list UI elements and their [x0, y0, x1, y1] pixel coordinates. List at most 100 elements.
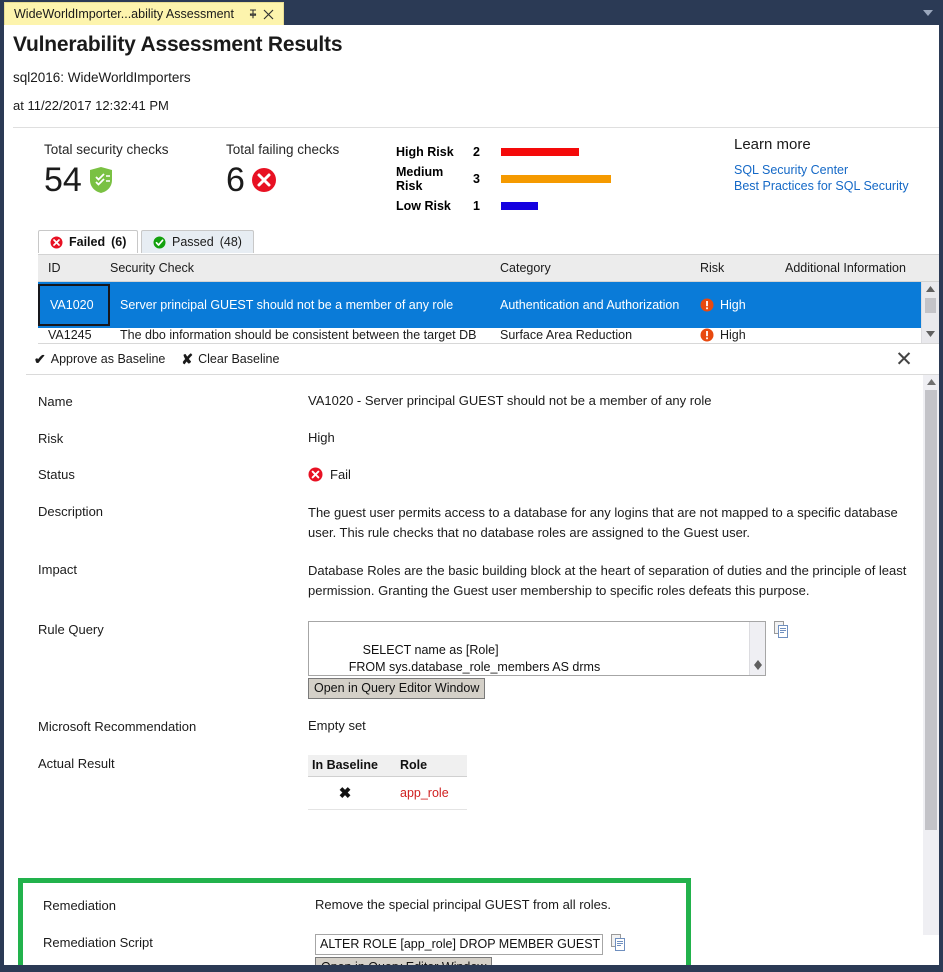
total-security-checks-label: Total security checks: [44, 142, 169, 157]
total-security-checks-value: 54: [44, 163, 82, 197]
status-badge: Fail: [330, 467, 351, 482]
column-header-risk: Risk: [700, 261, 785, 275]
page-header: Vulnerability Assessment Results sql2016…: [4, 25, 939, 128]
cell-role: app_role: [396, 777, 467, 810]
detail-label-recommendation: Microsoft Recommendation: [38, 718, 308, 734]
cell-in-baseline: ✖: [308, 777, 396, 810]
detail-value-recommendation: Empty set: [308, 718, 908, 734]
risk-bar-low: [501, 202, 538, 210]
detail-value-status: Fail: [308, 466, 908, 482]
detail-label-rule-query: Rule Query: [38, 621, 308, 699]
clear-baseline-label: Clear Baseline: [198, 352, 279, 366]
tab-failed-count: (6): [111, 235, 126, 249]
page-title: Vulnerability Assessment Results: [13, 33, 939, 57]
cell-category: Surface Area Reduction: [500, 328, 700, 342]
server-database-line: sql2016: WideWorldImporters: [13, 70, 939, 85]
link-sql-security-center[interactable]: SQL Security Center: [734, 162, 909, 178]
grid-scroll-thumb[interactable]: [925, 298, 936, 313]
column-header-category: Category: [500, 261, 700, 275]
detail-scroll-thumb[interactable]: [925, 390, 937, 830]
detail-scrollbar[interactable]: [923, 375, 939, 935]
detail-label-actual-result: Actual Result: [38, 755, 308, 810]
risk-row-high: High Risk 2: [396, 138, 611, 165]
risk-label: Medium Risk: [396, 165, 468, 193]
table-row[interactable]: VA1020 Server principal GUEST should not…: [38, 282, 939, 328]
tab-passed[interactable]: Passed (48): [141, 230, 254, 253]
detail-row-recommendation: Microsoft Recommendation Empty set: [4, 718, 939, 734]
risk-count: 2: [468, 145, 501, 159]
copy-icon[interactable]: [774, 621, 789, 638]
detail-value-remediation-script: ALTER ROLE [app_role] DROP MEMBER GUEST …: [315, 934, 685, 965]
detail-value-impact: Database Roles are the basic building bl…: [308, 561, 916, 601]
close-icon[interactable]: [262, 7, 276, 21]
open-rule-query-in-editor-button[interactable]: Open in Query Editor Window: [308, 678, 485, 699]
grid-scrollbar[interactable]: [921, 282, 939, 343]
cell-risk: High: [700, 328, 785, 342]
scan-timestamp: at 11/22/2017 12:32:41 PM: [13, 98, 939, 113]
clear-baseline-button[interactable]: ✘ Clear Baseline: [181, 351, 279, 368]
document-tab-label: WideWorldImporter...ability Assessment: [14, 7, 234, 21]
table-row: ✖ app_role: [308, 777, 467, 810]
error-icon: [308, 467, 323, 482]
actual-result-table: In Baseline Role ✖ app_role: [308, 755, 467, 810]
link-best-practices-sql-security[interactable]: Best Practices for SQL Security: [734, 178, 909, 194]
document-tab[interactable]: WideWorldImporter...ability Assessment: [4, 2, 284, 25]
scroll-down-arrow-icon[interactable]: [922, 327, 939, 341]
risk-row-medium: Medium Risk 3: [396, 165, 611, 192]
summary-band: Total security checks 54 Total failing c…: [4, 128, 939, 230]
cell-id: VA1020: [38, 284, 110, 326]
scroll-up-arrow-icon[interactable]: [922, 282, 939, 296]
tab-passed-count: (48): [220, 235, 242, 249]
detail-label-status: Status: [38, 466, 308, 482]
column-header-id: ID: [38, 261, 110, 275]
x-icon: ✘: [181, 351, 193, 368]
rule-query-textbox[interactable]: SELECT name as [Role] FROM sys.database_…: [308, 621, 766, 676]
open-remediation-script-in-editor-button[interactable]: Open in Query Editor Window: [315, 957, 492, 965]
application-window: WideWorldImporter...ability Assessment V…: [0, 0, 943, 972]
error-icon: [251, 167, 277, 193]
remediation-script-textbox[interactable]: ALTER ROLE [app_role] DROP MEMBER GUEST: [315, 934, 603, 955]
cell-risk-label: High: [720, 298, 746, 312]
document-tab-strip: WideWorldImporter...ability Assessment: [0, 0, 943, 26]
shield-check-icon: [88, 166, 114, 194]
risk-count: 3: [468, 172, 501, 186]
cell-category: Authentication and Authorization: [500, 298, 700, 312]
table-row[interactable]: VA1245 The dbo information should be con…: [38, 328, 939, 344]
total-failing-checks-value: 6: [226, 163, 245, 197]
rule-query-scrollbar[interactable]: [749, 622, 765, 675]
pin-icon[interactable]: [246, 7, 260, 21]
close-detail-icon[interactable]: ✕: [891, 346, 917, 372]
cell-risk-label: High: [720, 328, 746, 342]
check-icon: ✔: [34, 351, 46, 368]
risk-bar-medium: [501, 175, 611, 183]
column-header-check: Security Check: [110, 261, 500, 275]
actual-result-column-role: Role: [396, 755, 467, 777]
actual-result-header-row: In Baseline Role: [308, 755, 467, 777]
detail-row-impact: Impact Database Roles are the basic buil…: [4, 561, 939, 601]
total-failing-checks-block: Total failing checks 6: [226, 142, 339, 197]
results-grid: ID Security Check Category Risk Addition…: [38, 254, 939, 344]
detail-row-actual-result: Actual Result In Baseline Role ✖: [4, 755, 939, 810]
copy-icon[interactable]: [611, 934, 626, 951]
approve-as-baseline-button[interactable]: ✔ Approve as Baseline: [34, 351, 165, 368]
detail-value-risk: High: [308, 430, 908, 446]
detail-row-name: Name VA1020 - Server principal GUEST sho…: [4, 393, 939, 409]
risk-count: 1: [468, 199, 501, 213]
risk-label: Low Risk: [396, 199, 468, 213]
document-page: Vulnerability Assessment Results sql2016…: [4, 25, 939, 965]
remediation-highlight-box: Remediation Remove the special principal…: [18, 878, 691, 965]
cell-security-check: Server principal GUEST should not be a m…: [110, 298, 500, 312]
detail-label-risk: Risk: [38, 430, 308, 446]
scroll-up-arrow-icon[interactable]: [923, 375, 939, 389]
detail-label-remediation: Remediation: [43, 897, 315, 913]
tab-passed-label: Passed: [172, 235, 214, 249]
detail-row-remediation: Remediation Remove the special principal…: [23, 897, 686, 913]
detail-label-description: Description: [38, 503, 308, 543]
tab-failed[interactable]: Failed (6): [38, 230, 138, 253]
scroll-down-arrow-icon[interactable]: [750, 661, 765, 674]
approve-as-baseline-label: Approve as Baseline: [51, 352, 166, 366]
risk-bar-high: [501, 148, 579, 156]
detail-value-actual-result: In Baseline Role ✖ app_role: [308, 755, 908, 810]
chevron-down-icon[interactable]: [921, 6, 935, 20]
total-failing-checks-label: Total failing checks: [226, 142, 339, 157]
